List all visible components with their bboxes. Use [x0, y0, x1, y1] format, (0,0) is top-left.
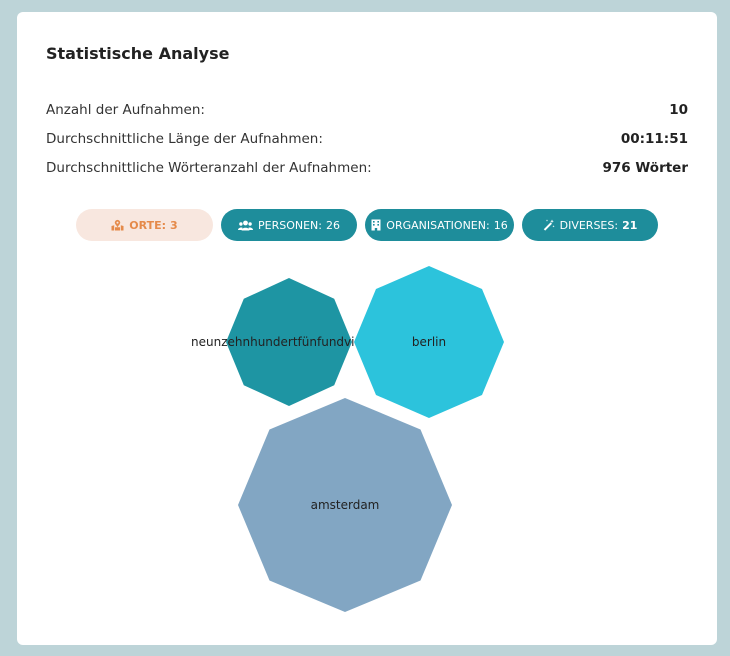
entity-bubble-chart: neunzehnhundertfünfundvierzig berlin ams…	[191, 266, 504, 612]
bubble-label: amsterdam	[311, 498, 380, 512]
bubble-berlin[interactable]: berlin	[354, 266, 504, 418]
bubble-label: berlin	[412, 335, 446, 349]
bubble-amsterdam[interactable]: amsterdam	[238, 398, 452, 612]
